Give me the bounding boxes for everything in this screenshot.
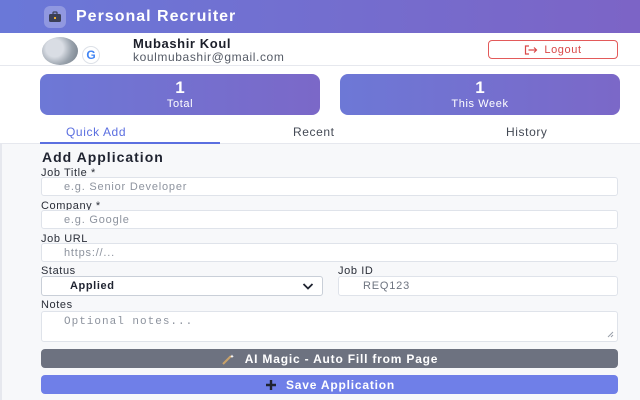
tab-quick-add[interactable]: Quick Add [66,125,126,139]
ai-autofill-label: AI Magic - Auto Fill from Page [244,351,439,366]
tab-history[interactable]: History [506,125,548,139]
app-header: Personal Recruiter [0,0,640,33]
user-bar: G Mubashir Koul koulmubashir@gmail.com L… [0,33,640,66]
notes-placeholder: Optional notes... [64,316,194,328]
resize-grip-icon[interactable] [606,330,614,338]
stat-total-label: Total [166,98,194,110]
user-email: koulmubashir@gmail.com [133,50,285,64]
ai-autofill-button[interactable]: AI Magic - Auto Fill from Page [41,349,618,368]
magic-wand-icon [221,354,234,365]
status-select[interactable]: Applied [41,276,323,296]
stat-total-value: 1 [175,78,185,97]
logout-button[interactable]: Logout [488,40,618,59]
job-title-input[interactable]: e.g. Senior Developer [41,177,618,196]
job-id-input[interactable]: REQ123 [338,276,618,296]
stat-week-value: 1 [475,78,485,97]
company-input[interactable]: e.g. Google [41,210,618,229]
briefcase-icon [44,5,66,28]
save-application-button[interactable]: Save Application [41,375,618,394]
logout-label: Logout [544,43,582,56]
logout-icon [525,44,538,55]
google-icon: G [83,47,99,63]
form-title: Add Application [42,149,164,165]
tab-recent[interactable]: Recent [293,125,335,139]
save-application-label: Save Application [285,377,396,392]
stat-total: 1 Total [40,74,320,115]
avatar [42,37,78,65]
job-url-input[interactable]: https://... [41,243,618,262]
app-title: Personal Recruiter [76,7,237,25]
status-value: Applied [70,280,115,292]
tab-bar: Quick Add Recent History [0,122,640,144]
notes-textarea[interactable]: Optional notes... [41,311,618,342]
notes-label: Notes [41,299,73,311]
chevron-down-icon [302,283,314,290]
stat-this-week: 1 This Week [340,74,620,115]
stat-week-label: This Week [451,98,509,110]
user-name: Mubashir Koul [133,36,232,51]
plus-icon [265,379,276,390]
